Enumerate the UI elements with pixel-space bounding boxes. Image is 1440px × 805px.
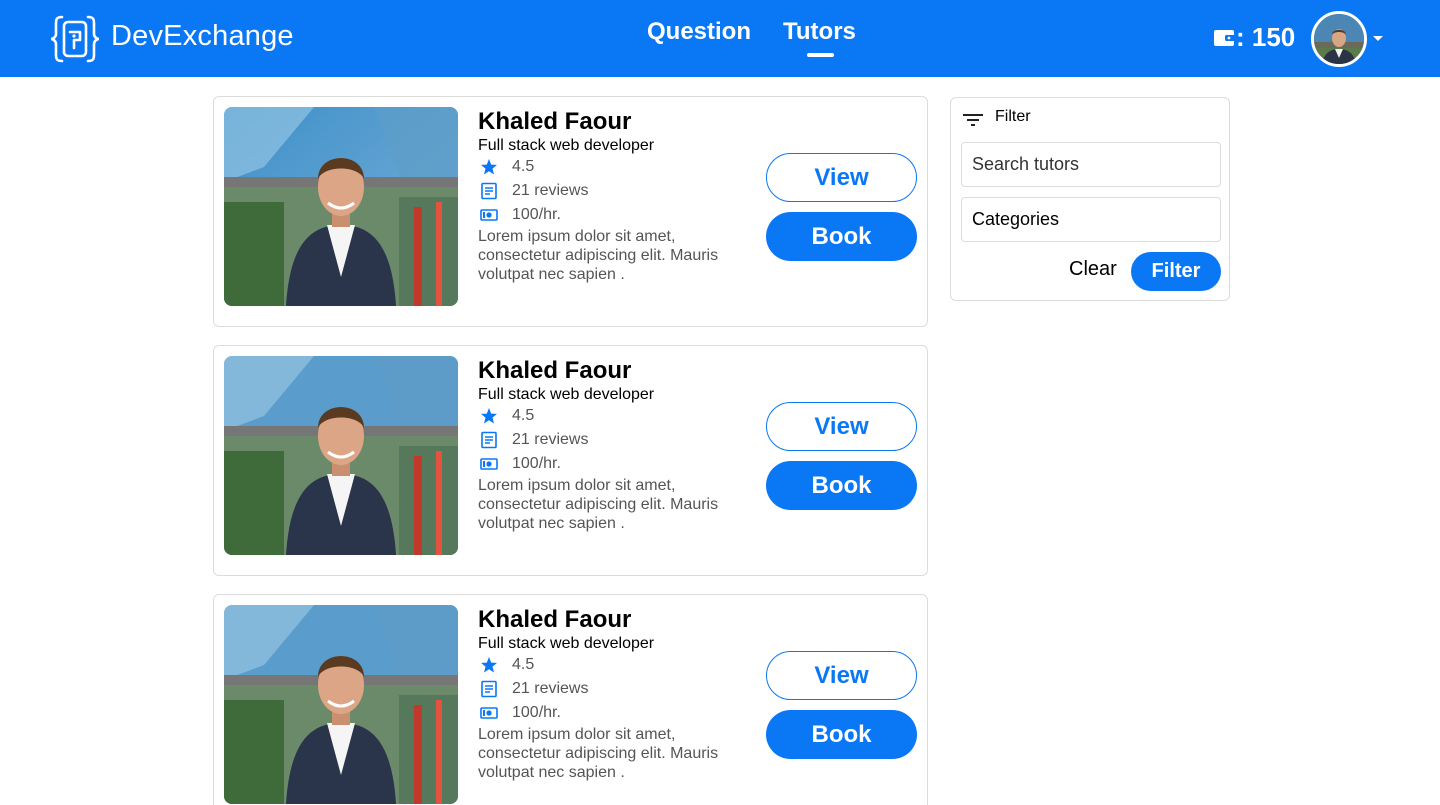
tutor-photo <box>224 107 458 306</box>
view-button[interactable]: View <box>766 402 917 451</box>
clear-button[interactable]: Clear <box>1069 258 1117 281</box>
tutor-role: Full stack web developer <box>478 137 655 154</box>
tutor-rating: 4.5 <box>512 158 535 175</box>
categories-label: Categories <box>972 209 1060 229</box>
coin-balance: : 150 <box>1236 22 1296 52</box>
wallet-icon <box>1214 30 1236 46</box>
tutor-role: Full stack web developer <box>478 386 655 403</box>
star-icon <box>481 408 497 424</box>
account-dropdown-caret-icon[interactable] <box>1373 36 1383 41</box>
money-icon <box>480 209 498 221</box>
star-icon <box>481 159 497 175</box>
categories-select[interactable]: Categories <box>961 197 1221 242</box>
reviews-icon <box>481 431 497 449</box>
filter-title: Filter <box>995 108 1031 125</box>
nav-tab-tutors[interactable]: Tutors <box>783 18 856 46</box>
tutor-reviews: 21 reviews <box>512 182 589 199</box>
tutor-photo <box>224 356 458 555</box>
tutor-rate: 100/hr. <box>512 704 561 721</box>
filter-panel: Filter Categories Clear Filter <box>950 97 1230 301</box>
book-button[interactable]: Book <box>766 461 917 510</box>
tutor-description: Lorem ipsum dolor sit amet, consectetur … <box>478 228 719 283</box>
view-button[interactable]: View <box>766 153 917 202</box>
star-icon <box>481 657 497 673</box>
tutor-card: Khaled Faour Full stack web developer 4.… <box>213 96 928 327</box>
filter-button[interactable]: Filter <box>1131 252 1221 291</box>
search-tutors-input[interactable] <box>961 142 1221 187</box>
tutor-name: Khaled Faour <box>478 108 632 135</box>
brand-name[interactable]: DevExchange <box>111 20 294 53</box>
nav-tab-question[interactable]: Question <box>647 18 751 46</box>
tutor-card: Khaled Faour Full stack web developer 4.… <box>213 594 928 805</box>
tutor-name: Khaled Faour <box>478 606 632 633</box>
user-avatar[interactable] <box>1311 11 1367 67</box>
tutor-reviews: 21 reviews <box>512 431 589 448</box>
tutor-rate: 100/hr. <box>512 206 561 223</box>
logo-icon[interactable] <box>50 14 100 64</box>
tutor-photo <box>224 605 458 804</box>
active-tab-indicator <box>807 53 834 57</box>
reviews-icon <box>481 182 497 200</box>
filter-icon <box>963 114 983 126</box>
view-button[interactable]: View <box>766 651 917 700</box>
top-navbar: DevExchange Question Tutors : 150 <box>0 0 1440 77</box>
tutor-rating: 4.5 <box>512 407 535 424</box>
money-icon <box>480 707 498 719</box>
reviews-icon <box>481 680 497 698</box>
tutor-role: Full stack web developer <box>478 635 655 652</box>
avatar-photo <box>1314 14 1364 64</box>
book-button[interactable]: Book <box>766 710 917 759</box>
tutor-description: Lorem ipsum dolor sit amet, consectetur … <box>478 726 719 781</box>
money-icon <box>480 458 498 470</box>
tutor-rate: 100/hr. <box>512 455 561 472</box>
tutor-description: Lorem ipsum dolor sit amet, consectetur … <box>478 477 719 532</box>
tutor-card: Khaled Faour Full stack web developer 4.… <box>213 345 928 576</box>
tutor-reviews: 21 reviews <box>512 680 589 697</box>
tutor-name: Khaled Faour <box>478 357 632 384</box>
book-button[interactable]: Book <box>766 212 917 261</box>
tutor-rating: 4.5 <box>512 656 535 673</box>
